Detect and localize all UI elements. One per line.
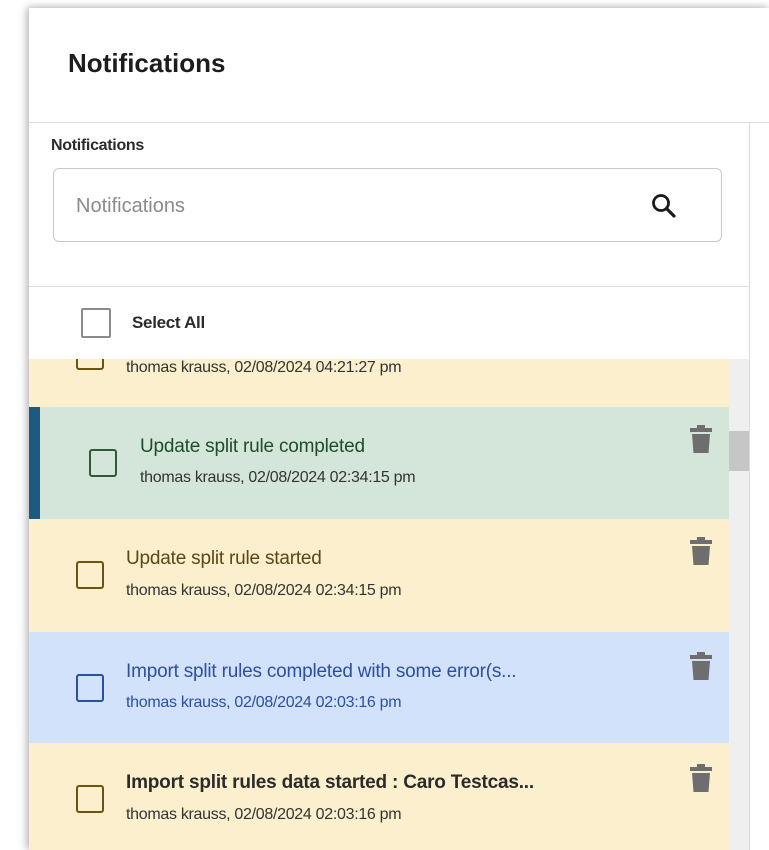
screen: Notifications Notifications Select All t… bbox=[0, 0, 769, 850]
selected-indicator bbox=[29, 407, 40, 519]
notification-title: Import split rules completed with some e… bbox=[126, 661, 517, 682]
scrollbar-thumb[interactable] bbox=[729, 431, 749, 471]
notification-meta: thomas krauss, 02/08/2024 02:03:16 pm bbox=[126, 694, 402, 711]
notification-title: Update split rule started bbox=[126, 548, 322, 569]
notification-meta: thomas krauss, 02/08/2024 02:34:15 pm bbox=[126, 582, 402, 599]
notification-checkbox[interactable] bbox=[76, 785, 104, 813]
search-icon[interactable] bbox=[650, 192, 678, 220]
trash-icon[interactable] bbox=[690, 652, 712, 680]
notification-item[interactable]: Update split rule completed thomas kraus… bbox=[29, 407, 729, 519]
right-divider bbox=[749, 122, 750, 850]
notification-checkbox[interactable] bbox=[76, 674, 104, 702]
notification-title: Import split rules data started : Caro T… bbox=[126, 772, 534, 793]
trash-icon[interactable] bbox=[690, 537, 712, 565]
notification-meta: thomas krauss, 02/08/2024 04:21:27 pm bbox=[126, 359, 402, 376]
notification-checkbox[interactable] bbox=[76, 561, 104, 589]
notification-checkbox[interactable] bbox=[76, 359, 104, 370]
panel-title: Notifications bbox=[68, 48, 226, 78]
notification-meta: thomas krauss, 02/08/2024 02:03:16 pm bbox=[126, 806, 402, 823]
notification-title: Update split rule completed bbox=[140, 436, 365, 457]
select-all-checkbox[interactable] bbox=[81, 308, 111, 338]
notification-item[interactable]: Import split rules data started : Caro T… bbox=[29, 743, 729, 850]
trash-icon[interactable] bbox=[690, 764, 712, 792]
notification-meta: thomas krauss, 02/08/2024 02:34:15 pm bbox=[140, 469, 416, 486]
select-all-label: Select All bbox=[132, 313, 205, 332]
notifications-panel: Notifications Notifications Select All t… bbox=[29, 8, 769, 850]
search-field[interactable] bbox=[53, 168, 722, 242]
notification-item[interactable]: thomas krauss, 02/08/2024 04:21:27 pm bbox=[29, 359, 729, 407]
notification-item[interactable]: Import split rules completed with some e… bbox=[29, 632, 729, 743]
notification-list[interactable]: thomas krauss, 02/08/2024 04:21:27 pm Up… bbox=[29, 359, 749, 850]
filter-label: Notifications bbox=[51, 137, 144, 154]
panel-header: Notifications bbox=[29, 8, 769, 123]
search-input[interactable] bbox=[74, 189, 618, 223]
divider bbox=[29, 286, 749, 287]
trash-icon[interactable] bbox=[690, 425, 712, 453]
notification-item[interactable]: Update split rule started thomas krauss,… bbox=[29, 519, 729, 632]
notification-checkbox[interactable] bbox=[89, 449, 117, 477]
